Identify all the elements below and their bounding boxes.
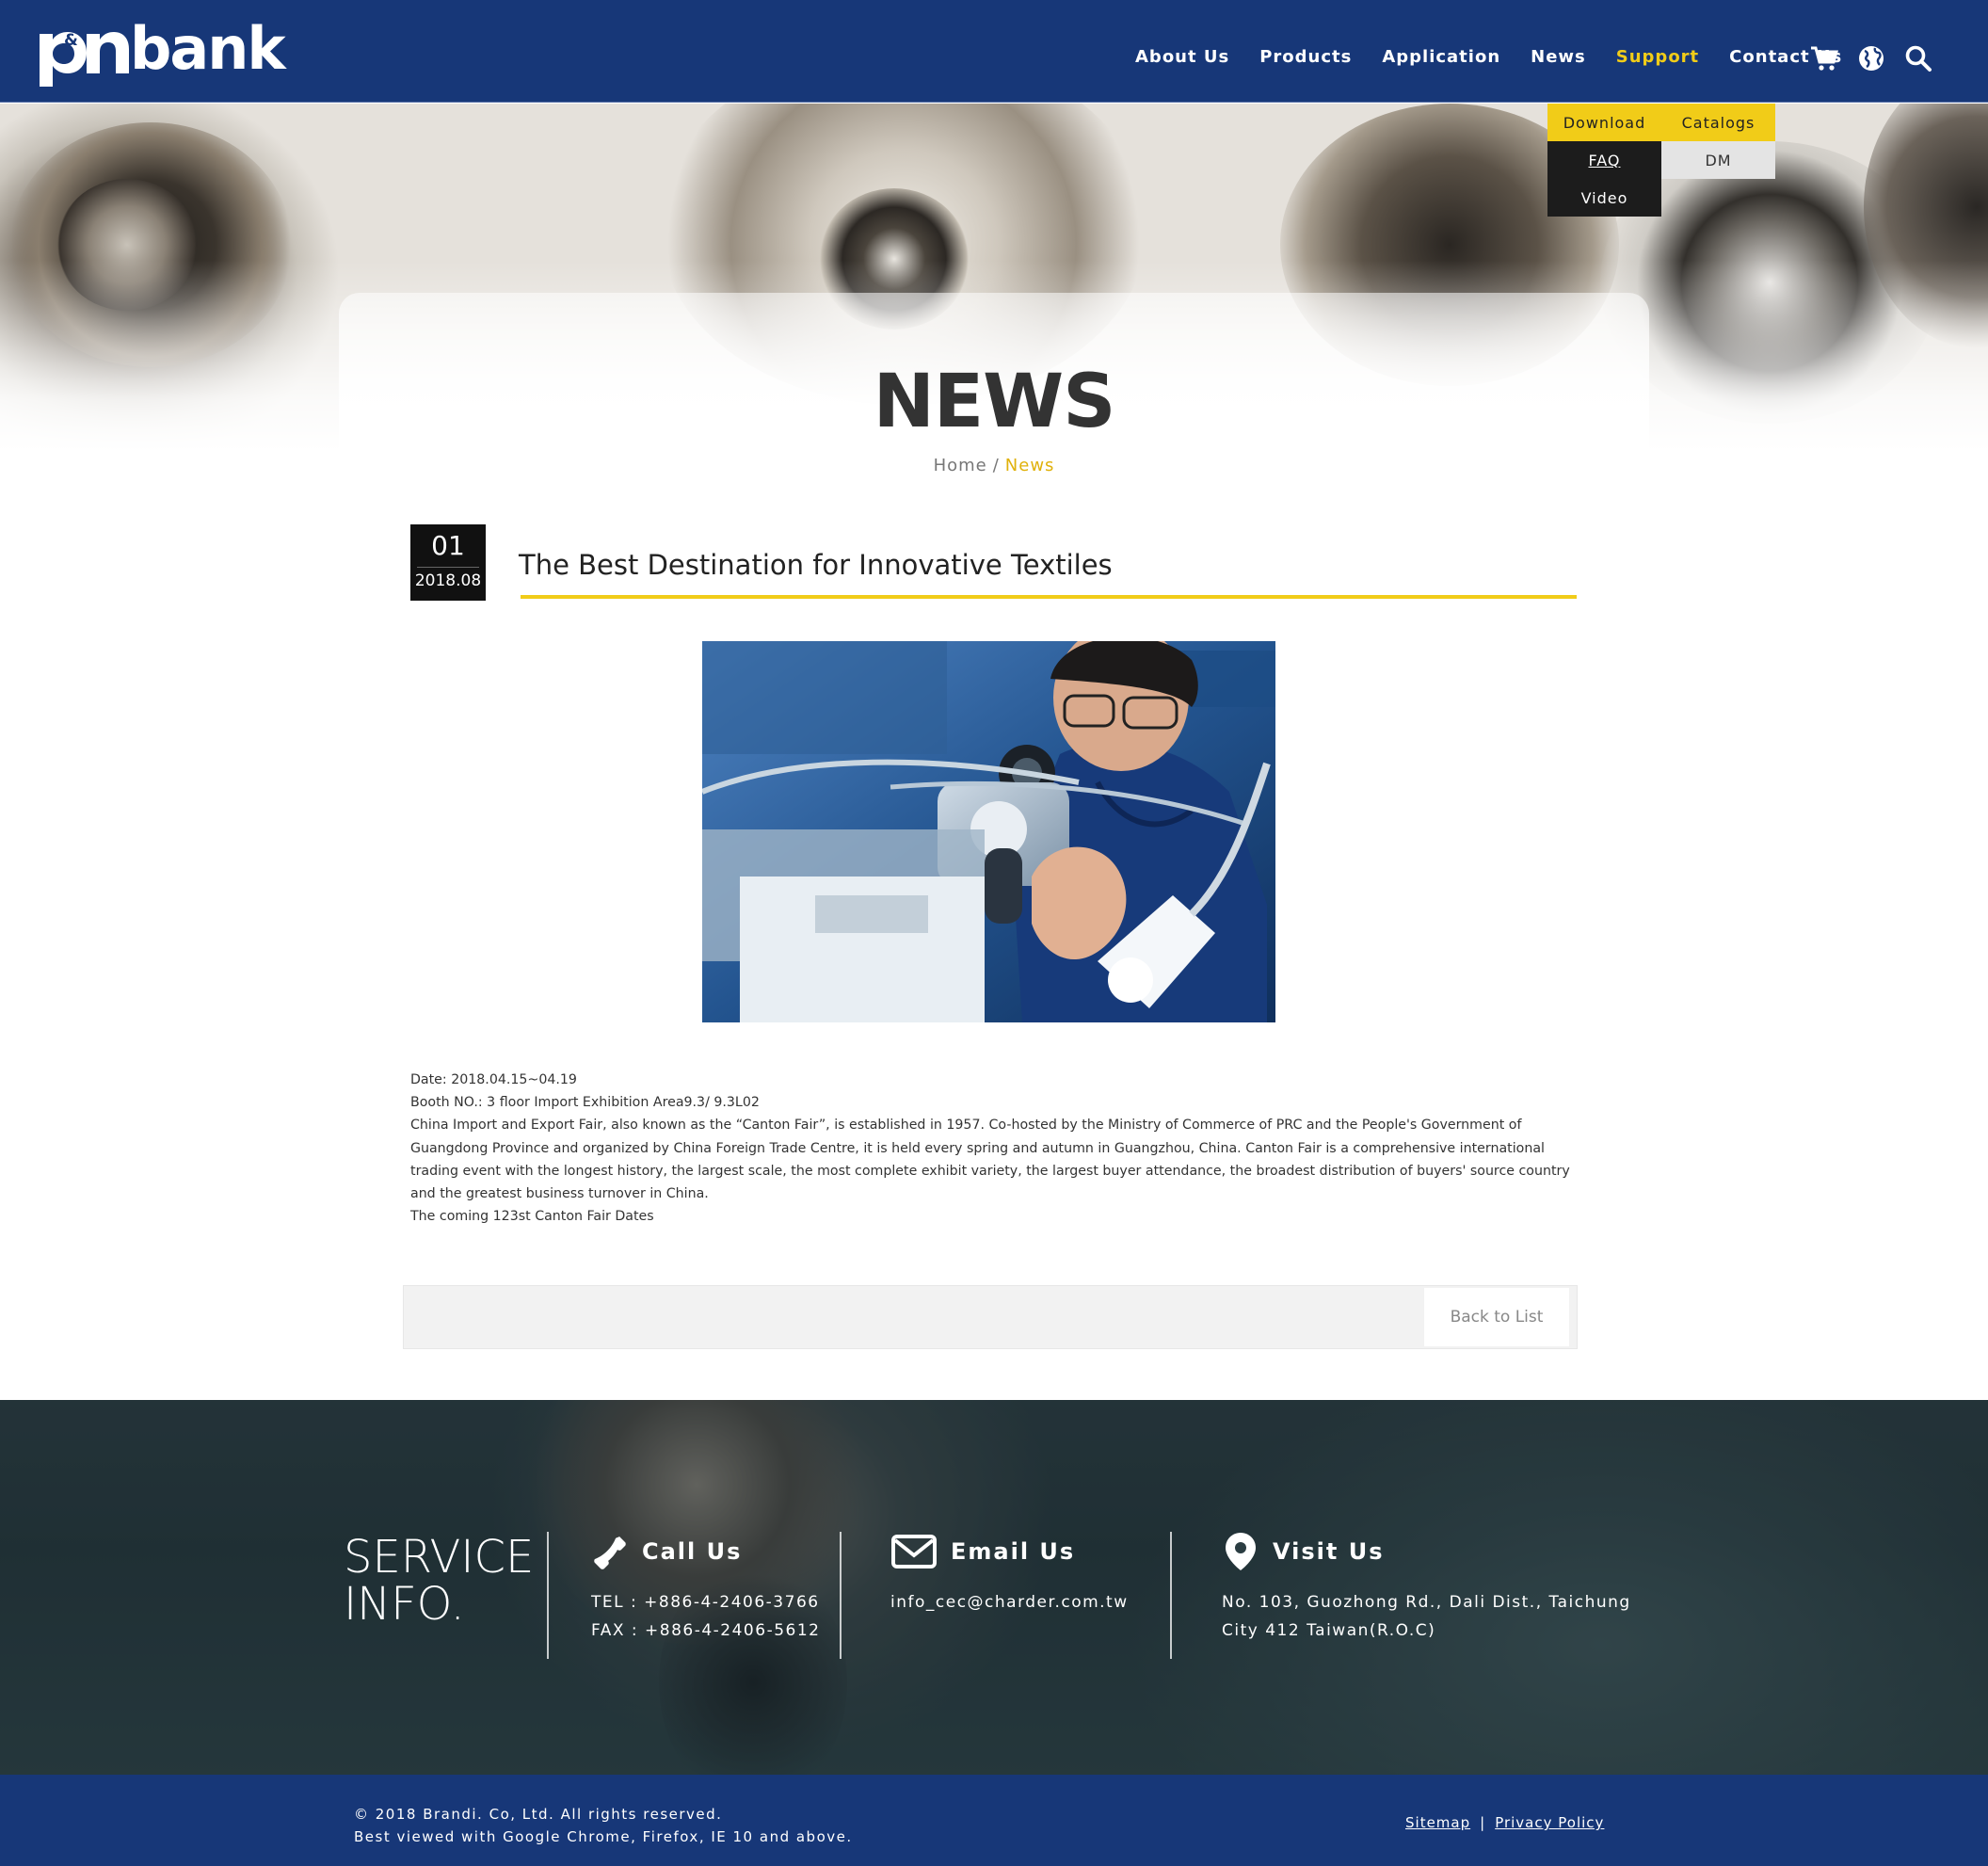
nav-application[interactable]: Application <box>1382 47 1500 67</box>
cart-icon[interactable] <box>1809 43 1839 73</box>
location-pin-icon <box>1226 1533 1256 1570</box>
tel-number[interactable]: TEL : +886-4-2406-3766 <box>591 1588 820 1617</box>
article-paragraph-booth: Booth NO.: 3 floor Import Exhibition Are… <box>410 1095 760 1111</box>
breadcrumb: Home / News <box>0 456 1988 475</box>
nav-support[interactable]: Support <box>1616 47 1699 67</box>
pagination-bar: Back to List <box>403 1285 1578 1349</box>
technician-microscope-image <box>702 641 1275 1022</box>
copyright-text: © 2018 Brandi. Co, Ltd. All rights reser… <box>354 1806 723 1823</box>
back-to-list-button[interactable]: Back to List <box>1424 1288 1569 1346</box>
sitemap-link[interactable]: Sitemap <box>1405 1814 1470 1831</box>
fax-number: FAX : +886-4-2406-5612 <box>591 1621 821 1640</box>
footer-links: Sitemap | Privacy Policy <box>1405 1814 1604 1831</box>
call-us-label: Call Us <box>642 1538 743 1565</box>
date-year-month: 2018.08 <box>414 571 482 590</box>
page-title: NEWS <box>873 360 1116 444</box>
menu-faq[interactable]: FAQ <box>1547 141 1661 179</box>
service-divider <box>547 1532 549 1659</box>
email-icon <box>891 1535 937 1568</box>
article-paragraph-description: China Import and Export Fair, also known… <box>410 1118 1570 1202</box>
breadcrumb-separator: / <box>992 456 1000 475</box>
header-icons <box>1809 43 1933 73</box>
logo-wordmark: bank <box>130 14 286 83</box>
nav-about-us[interactable]: About Us <box>1135 47 1229 67</box>
article-photo <box>702 641 1275 1022</box>
call-us-column: Call Us TEL : +886-4-2406-3766 FAX : +88… <box>591 1532 820 1645</box>
menu-download[interactable]: Download <box>1547 104 1661 141</box>
site-header: & bank About Us Products Application New… <box>0 0 1988 103</box>
service-info-section: SERVICE INFO. Call Us TEL : +886-4-2406-… <box>0 1400 1988 1775</box>
svg-text:&: & <box>64 31 78 50</box>
article-paragraph-dates: The coming 123st Canton Fair Dates <box>410 1209 654 1225</box>
footer-link-separator: | <box>1480 1814 1486 1831</box>
privacy-policy-link[interactable]: Privacy Policy <box>1495 1814 1604 1831</box>
menu-catalogs[interactable]: Catalogs <box>1661 104 1775 141</box>
address-line2: City 412 Taiwan(R.O.C) <box>1222 1621 1436 1640</box>
search-icon[interactable] <box>1903 43 1933 73</box>
nav-products[interactable]: Products <box>1259 47 1352 67</box>
breadcrumb-current[interactable]: News <box>1005 456 1055 475</box>
globe-icon[interactable] <box>1856 43 1886 73</box>
phone-icon <box>594 1536 626 1569</box>
email-address[interactable]: info_cec@charder.com.tw <box>890 1588 1129 1617</box>
date-day: 01 <box>431 530 465 561</box>
address-line1: No. 103, Guozhong Rd., Dali Dist., Taich… <box>1222 1593 1631 1612</box>
service-divider <box>1170 1532 1172 1659</box>
menu-dm[interactable]: DM <box>1661 141 1775 179</box>
email-us-column: Email Us info_cec@charder.com.tw <box>890 1532 1129 1617</box>
service-title: SERVICE INFO. <box>344 1534 534 1628</box>
title-underline <box>521 595 1577 599</box>
breadcrumb-home[interactable]: Home <box>934 456 987 475</box>
visit-us-label: Visit Us <box>1273 1538 1385 1565</box>
brand-logo[interactable]: & bank <box>36 15 286 88</box>
article-title: The Best Destination for Innovative Text… <box>519 549 1113 581</box>
browser-note: Best viewed with Google Chrome, Firefox,… <box>354 1828 853 1845</box>
email-us-label: Email Us <box>951 1538 1076 1565</box>
service-title-line2: INFO. <box>344 1578 465 1631</box>
menu-video[interactable]: Video <box>1547 179 1661 217</box>
nav-news[interactable]: News <box>1531 47 1586 67</box>
article-body: Date: 2018.04.15~04.19 Booth NO.: 3 floo… <box>410 1069 1578 1228</box>
visit-us-column: Visit Us No. 103, Guozhong Rd., Dali Dis… <box>1222 1532 1631 1645</box>
service-divider <box>840 1532 842 1659</box>
service-title-line1: SERVICE <box>344 1531 535 1584</box>
support-dropdown: Download Catalogs FAQ DM Video <box>1547 104 1775 217</box>
main-nav: About Us Products Application News Suppo… <box>1135 47 1872 67</box>
copyright-block: © 2018 Brandi. Co, Ltd. All rights reser… <box>354 1803 853 1848</box>
date-divider <box>417 567 479 568</box>
article-paragraph-date: Date: 2018.04.15~04.19 <box>410 1072 577 1087</box>
date-badge: 01 2018.08 <box>410 524 486 601</box>
site-footer: © 2018 Brandi. Co, Ltd. All rights reser… <box>0 1775 1988 1866</box>
